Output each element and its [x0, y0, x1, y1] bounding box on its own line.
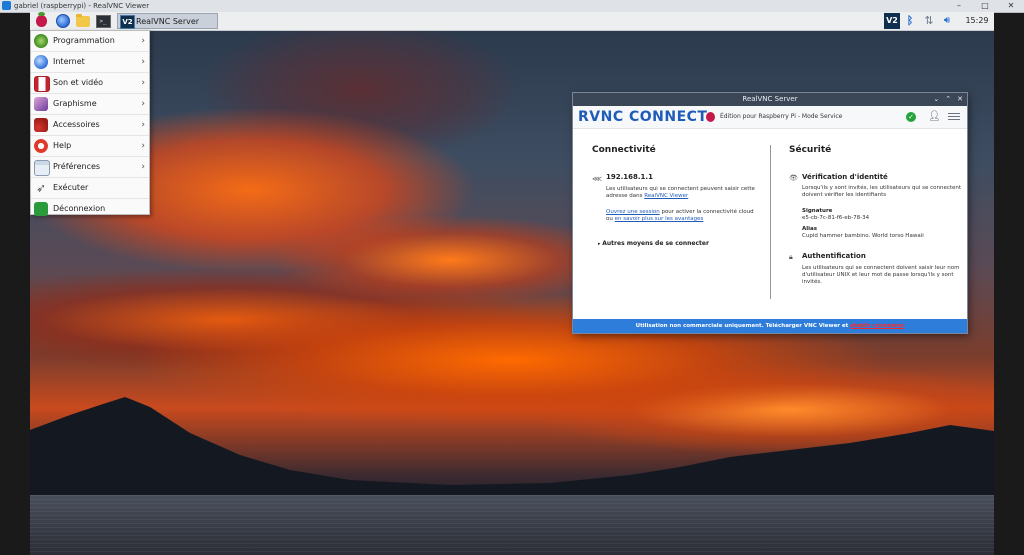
- viewer-title: gabriel (raspberrypi) - RealVNC Viewer: [14, 2, 150, 10]
- volume-icon[interactable]: 🔊︎: [940, 13, 954, 29]
- taskbar-task-realvnc-server[interactable]: V2 RealVNC Server: [117, 13, 218, 29]
- vnc-minimize-button[interactable]: ⌄: [933, 93, 939, 106]
- menu-item-preferences[interactable]: Préférences ›: [31, 157, 149, 178]
- vnc-header: RVNC CONNECT Édition pour Raspberry Pi -…: [573, 106, 967, 129]
- menu-item-label: Préférences: [53, 162, 101, 171]
- vnc-window-titlebar[interactable]: RealVNC Server ⌄ ⌃ ✕: [573, 93, 967, 106]
- connectivity-title: Connectivité: [592, 145, 656, 155]
- footer-text: Utilisation non commerciale uniquement. …: [635, 323, 851, 329]
- chevron-right-icon: ›: [141, 78, 145, 88]
- chevron-right-icon: ›: [141, 36, 145, 46]
- menu-item-internet[interactable]: Internet ›: [31, 52, 149, 73]
- chevron-right-icon: ›: [141, 141, 145, 151]
- graphics-icon: [34, 97, 48, 111]
- authentication-title: Authentification: [802, 252, 866, 260]
- signature-value[interactable]: e5-cb-7c-81-f6-eb-78-34: [802, 215, 962, 222]
- menu-item-label: Help: [53, 141, 72, 150]
- close-button[interactable]: ✕: [1004, 0, 1018, 12]
- authentication-text: Les utilisateurs qui se connectent doive…: [802, 265, 960, 285]
- help-lifebuoy-icon: [34, 139, 48, 153]
- identity-verification-title: Vérification d'identité: [802, 173, 888, 181]
- lake-water: [30, 495, 994, 555]
- menu-item-label: Accessoires: [53, 120, 100, 129]
- sign-in-link[interactable]: Ouvrez une session: [606, 209, 660, 215]
- task-label: RealVNC Server: [136, 17, 200, 26]
- hamburger-menu-icon[interactable]: [948, 111, 960, 123]
- user-account-icon[interactable]: 👤︎: [928, 110, 941, 123]
- cloud-description: Ouvrez une session pour activer la conne…: [606, 209, 756, 223]
- connectivity-description: Les utilisateurs qui se connectent peuve…: [606, 186, 756, 200]
- taskbar: >_ V2 RealVNC Server V2 ᛒ ⇅ 🔊︎ 15:29: [30, 12, 994, 31]
- logout-icon: [34, 202, 48, 216]
- web-browser-button[interactable]: [55, 13, 71, 29]
- menu-item-label: Graphisme: [53, 99, 97, 108]
- security-title: Sécurité: [789, 145, 832, 155]
- establish-connection-link[interactable]: établir connexion: [850, 323, 904, 329]
- menu-item-graphisme[interactable]: Graphisme ›: [31, 94, 149, 115]
- menu-item-programmation[interactable]: Programmation ›: [31, 31, 149, 52]
- vnc-maximize-button[interactable]: ⌃: [945, 93, 951, 106]
- eye-icon: 👁︎: [789, 174, 798, 182]
- accessories-icon: [34, 118, 48, 132]
- menu-item-deconnexion[interactable]: Déconnexion: [31, 199, 149, 219]
- menu-item-label: Internet: [53, 57, 85, 66]
- column-divider: [770, 145, 771, 299]
- raspberry-menu-icon: [35, 12, 47, 27]
- menu-item-help[interactable]: Help ›: [31, 136, 149, 157]
- start-menu: Programmation › Internet › Son et vidéo …: [30, 30, 150, 216]
- realvnc-server-window: RealVNC Server ⌄ ⌃ ✕ RVNC CONNECT Éditio…: [573, 93, 967, 333]
- edition-label: Édition pour Raspberry Pi - Mode Service: [720, 113, 843, 120]
- chevron-right-icon: ›: [141, 162, 145, 172]
- signature-label: Signature: [802, 208, 833, 214]
- clock[interactable]: 15:29: [962, 12, 992, 30]
- sound-video-icon: [34, 76, 50, 92]
- alias-value[interactable]: Cupid hammer bambino. World torso Hawaii: [802, 233, 962, 240]
- other-means-label: Autres moyens de se connecter: [602, 240, 709, 247]
- run-icon: ➶: [35, 181, 47, 195]
- menu-item-label: Son et vidéo: [53, 78, 104, 87]
- internet-icon: [34, 55, 48, 69]
- network-icon[interactable]: ⇅: [922, 13, 936, 29]
- menu-item-label: Programmation: [53, 36, 115, 45]
- maximize-button[interactable]: □: [978, 0, 992, 12]
- vnc-footer-banner: Utilisation non commerciale uniquement. …: [573, 319, 967, 333]
- share-network-icon: ⋘: [592, 175, 602, 183]
- web-browser-icon: [56, 14, 70, 28]
- alias-label: Alias: [802, 226, 818, 232]
- lock-icon: 🔒︎: [789, 253, 793, 261]
- chevron-right-icon: ›: [141, 120, 145, 130]
- terminal-icon: >_: [95, 14, 111, 28]
- bluetooth-icon[interactable]: ᛒ: [904, 13, 916, 29]
- minimize-button[interactable]: –: [952, 0, 966, 12]
- mountain-silhouette: [30, 397, 994, 495]
- raspberry-menu-button[interactable]: [33, 12, 49, 29]
- identity-verification-text: Lorsqu'ils y sont invités, les utilisate…: [802, 185, 962, 198]
- raspberry-pi-icon: [706, 112, 715, 122]
- chevron-right-icon: ›: [141, 99, 145, 109]
- menu-item-accessoires[interactable]: Accessoires ›: [31, 115, 149, 136]
- menu-item-son-et-video[interactable]: Son et vidéo ›: [31, 73, 149, 94]
- menu-item-label: Exécuter: [53, 183, 89, 192]
- vnc-tray-icon[interactable]: V2: [884, 13, 900, 29]
- realvnc-server-icon: V2: [120, 15, 135, 29]
- learn-more-link[interactable]: en savoir plus sur les avantages: [615, 216, 704, 222]
- file-manager-button[interactable]: [75, 13, 91, 29]
- status-check-icon[interactable]: ✓: [906, 112, 916, 122]
- menu-item-executer[interactable]: ➶ Exécuter: [31, 178, 149, 199]
- preferences-icon: [34, 160, 50, 176]
- realvnc-viewer-link[interactable]: RealVNC Viewer: [644, 193, 688, 199]
- security-panel: Sécurité 👁︎ Vérification d'identité Lors…: [788, 128, 967, 298]
- other-connection-methods-toggle[interactable]: ▸ Autres moyens de se connecter: [598, 240, 709, 247]
- programming-icon: [34, 34, 48, 48]
- chevron-right-icon: ›: [141, 57, 145, 67]
- menu-item-label: Déconnexion: [53, 204, 106, 213]
- terminal-button[interactable]: >_: [95, 13, 111, 29]
- realvnc-viewer-icon: [2, 1, 11, 10]
- rvnc-connect-logo: RVNC CONNECT: [578, 109, 708, 125]
- file-manager-icon: [76, 13, 90, 27]
- ip-address[interactable]: 192.168.1.1: [606, 173, 653, 181]
- vnc-window-title: RealVNC Server: [742, 95, 798, 103]
- connectivity-panel: Connectivité ⋘ 192.168.1.1 Les utilisate…: [573, 128, 771, 298]
- vnc-close-button[interactable]: ✕: [957, 93, 963, 106]
